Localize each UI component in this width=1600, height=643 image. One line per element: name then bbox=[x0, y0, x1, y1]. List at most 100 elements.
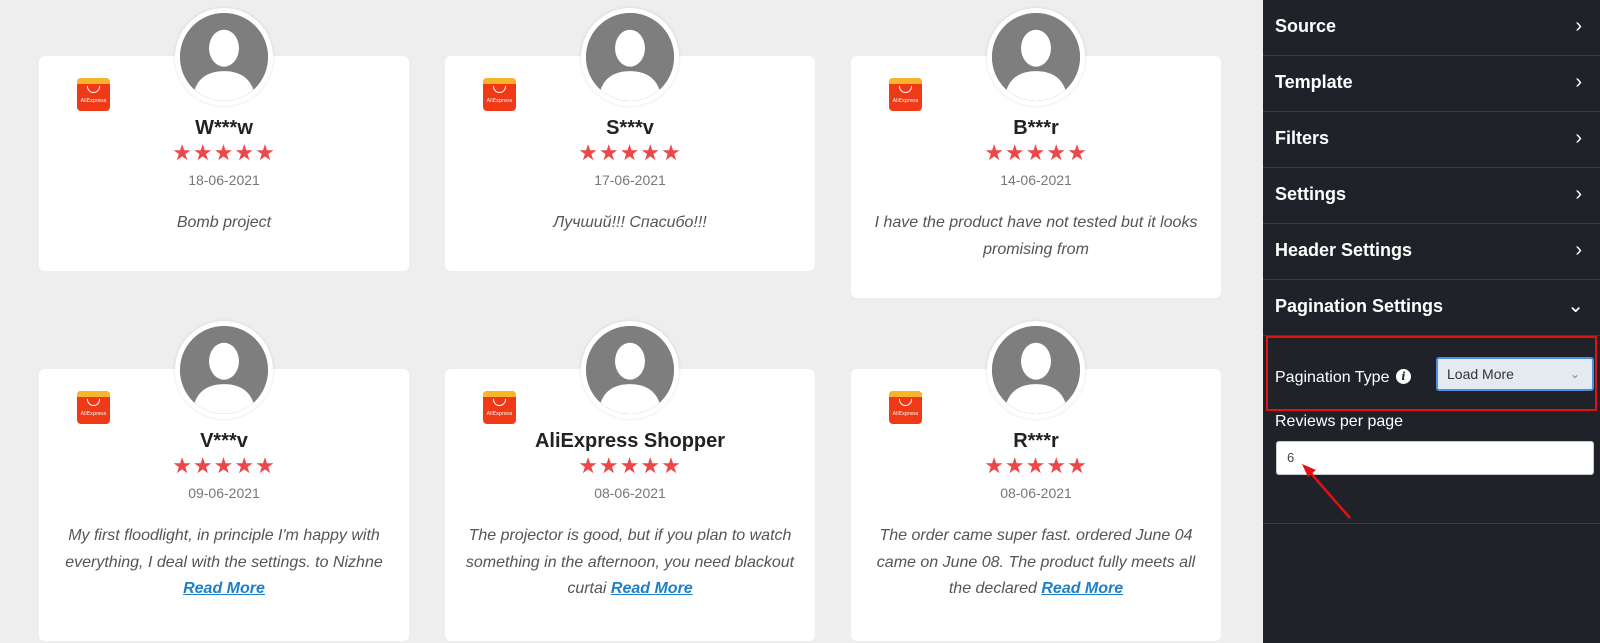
logo-band bbox=[77, 391, 110, 397]
avatar bbox=[175, 321, 273, 419]
info-icon[interactable]: i bbox=[1396, 369, 1411, 384]
accordion-filters[interactable]: Filters › bbox=[1263, 112, 1600, 168]
review-date: 08-06-2021 bbox=[594, 485, 666, 501]
user-silhouette-icon bbox=[586, 326, 674, 414]
logo-handle bbox=[87, 86, 100, 93]
review-text: Лучший!!! Спасибо!!! bbox=[465, 210, 795, 237]
star-rating: ★★★★★ bbox=[578, 454, 682, 479]
chevron-right-icon: › bbox=[1575, 127, 1582, 149]
reviewer-name: R***r bbox=[1013, 430, 1059, 452]
aliexpress-logo-icon: AliExpress bbox=[77, 391, 110, 424]
chevron-right-icon: › bbox=[1575, 71, 1582, 93]
accordion-template[interactable]: Template › bbox=[1263, 56, 1600, 112]
review-card: AliExpress W***w ★★★★★ 18-06-2021 Bomb proje… bbox=[39, 8, 409, 271]
logo-handle bbox=[493, 86, 506, 93]
logo-band bbox=[483, 78, 516, 84]
review-body: The order came super fast. ordered June … bbox=[876, 527, 1196, 597]
read-more-link[interactable]: Read More bbox=[1041, 580, 1123, 597]
avatar bbox=[987, 321, 1085, 419]
logo-band bbox=[889, 78, 922, 84]
review-card: AliExpress AliExpress Shopper ★★★★★ 08-06-2… bbox=[445, 321, 815, 641]
reviewer-name: B***r bbox=[1013, 117, 1059, 139]
review-text: The order came super fast. ordered June … bbox=[871, 523, 1201, 603]
review-text: Bomb project bbox=[59, 210, 389, 237]
aliexpress-logo-icon: AliExpress bbox=[889, 78, 922, 111]
review-date: 17-06-2021 bbox=[594, 172, 666, 188]
settings-sidebar: Source › Template › Filters › Settings › Header … bbox=[1263, 0, 1600, 643]
review-card: AliExpress B***r ★★★★★ 14-06-2021 I have the… bbox=[851, 8, 1221, 298]
accordion-label: Template bbox=[1275, 72, 1353, 92]
logo-text: AliExpress bbox=[892, 411, 919, 417]
reviewer-name: S***v bbox=[606, 117, 654, 139]
pagination-type-value: Load More bbox=[1447, 366, 1514, 382]
user-silhouette-icon bbox=[992, 326, 1080, 414]
logo-text: AliExpress bbox=[486, 98, 513, 104]
review-text: I have the product have not tested but i… bbox=[871, 210, 1201, 263]
review-date: 09-06-2021 bbox=[188, 485, 260, 501]
review-body: I have the product have not tested but i… bbox=[874, 214, 1198, 258]
logo-handle bbox=[899, 86, 912, 93]
logo-text: AliExpress bbox=[80, 98, 107, 104]
avatar bbox=[175, 8, 273, 106]
review-body: Bomb project bbox=[176, 214, 272, 231]
read-more-link[interactable]: Read More bbox=[183, 580, 265, 597]
star-rating: ★★★★★ bbox=[172, 141, 276, 166]
review-text: The projector is good, but if you plan t… bbox=[465, 523, 795, 603]
section-divider bbox=[1263, 523, 1600, 524]
review-card: AliExpress R***r ★★★★★ 08-06-2021 The order … bbox=[851, 321, 1221, 641]
aliexpress-logo-icon: AliExpress bbox=[483, 391, 516, 424]
aliexpress-logo-icon: AliExpress bbox=[483, 78, 516, 111]
review-body: My first floodlight, in principle I'm ha… bbox=[65, 527, 383, 571]
logo-handle bbox=[87, 399, 100, 406]
accordion-label: Source bbox=[1275, 16, 1337, 36]
logo-text: AliExpress bbox=[892, 98, 919, 104]
review-date: 18-06-2021 bbox=[188, 172, 260, 188]
accordion-label: Settings bbox=[1275, 184, 1347, 204]
user-silhouette-icon bbox=[992, 13, 1080, 101]
accordion-label: Pagination Settings bbox=[1275, 296, 1444, 316]
logo-band bbox=[77, 78, 110, 84]
accordion-header-settings[interactable]: Header Settings › bbox=[1263, 224, 1600, 280]
reviews-preview: AliExpress W***w ★★★★★ 18-06-2021 Bomb proje… bbox=[0, 0, 1263, 643]
avatar bbox=[581, 321, 679, 419]
review-date: 08-06-2021 bbox=[1000, 485, 1072, 501]
review-body: Лучший!!! Спасибо!!! bbox=[553, 214, 707, 231]
accordion-label: Filters bbox=[1275, 128, 1330, 148]
accordion-pagination-settings[interactable]: Pagination Settings ⌄ bbox=[1263, 280, 1600, 336]
star-rating: ★★★★★ bbox=[578, 141, 682, 166]
reviews-per-page-value: 6 bbox=[1287, 450, 1295, 465]
review-text: My first floodlight, in principle I'm ha… bbox=[59, 523, 389, 603]
star-rating: ★★★★★ bbox=[984, 454, 1088, 479]
chevron-right-icon: › bbox=[1575, 239, 1582, 261]
logo-handle bbox=[493, 399, 506, 406]
reviewer-name: W***w bbox=[195, 117, 253, 139]
accordion-settings[interactable]: Settings › bbox=[1263, 168, 1600, 224]
user-silhouette-icon bbox=[586, 13, 674, 101]
review-card: AliExpress V***v ★★★★★ 09-06-2021 My first f… bbox=[39, 321, 409, 641]
aliexpress-logo-icon: AliExpress bbox=[889, 391, 922, 424]
annotation-arrow-icon bbox=[1302, 464, 1351, 519]
accordion-source[interactable]: Source › bbox=[1263, 0, 1600, 56]
reviews-per-page-label: Reviews per page bbox=[1275, 413, 1404, 430]
reviewer-name: AliExpress Shopper bbox=[534, 430, 726, 452]
user-silhouette-icon bbox=[180, 326, 268, 414]
read-more-link[interactable]: Read More bbox=[611, 580, 693, 597]
aliexpress-logo-icon: AliExpress bbox=[77, 78, 110, 111]
logo-text: AliExpress bbox=[486, 411, 513, 417]
logo-text: AliExpress bbox=[80, 411, 107, 417]
pagination-type-select[interactable]: Load More ⌄ bbox=[1436, 357, 1594, 391]
logo-handle bbox=[899, 399, 912, 406]
avatar bbox=[581, 8, 679, 106]
star-rating: ★★★★★ bbox=[172, 454, 276, 479]
chevron-down-icon: ⌄ bbox=[1567, 295, 1584, 317]
avatar bbox=[987, 8, 1085, 106]
accordion-label: Header Settings bbox=[1275, 240, 1413, 260]
user-silhouette-icon bbox=[180, 13, 268, 101]
logo-band bbox=[889, 391, 922, 397]
review-card: AliExpress S***v ★★★★★ 17-06-2021 Лучший!!! … bbox=[445, 8, 815, 271]
logo-band bbox=[483, 391, 516, 397]
reviewer-name: V***v bbox=[200, 430, 248, 452]
chevron-right-icon: › bbox=[1575, 15, 1582, 37]
review-date: 14-06-2021 bbox=[1000, 172, 1072, 188]
star-rating: ★★★★★ bbox=[984, 141, 1088, 166]
